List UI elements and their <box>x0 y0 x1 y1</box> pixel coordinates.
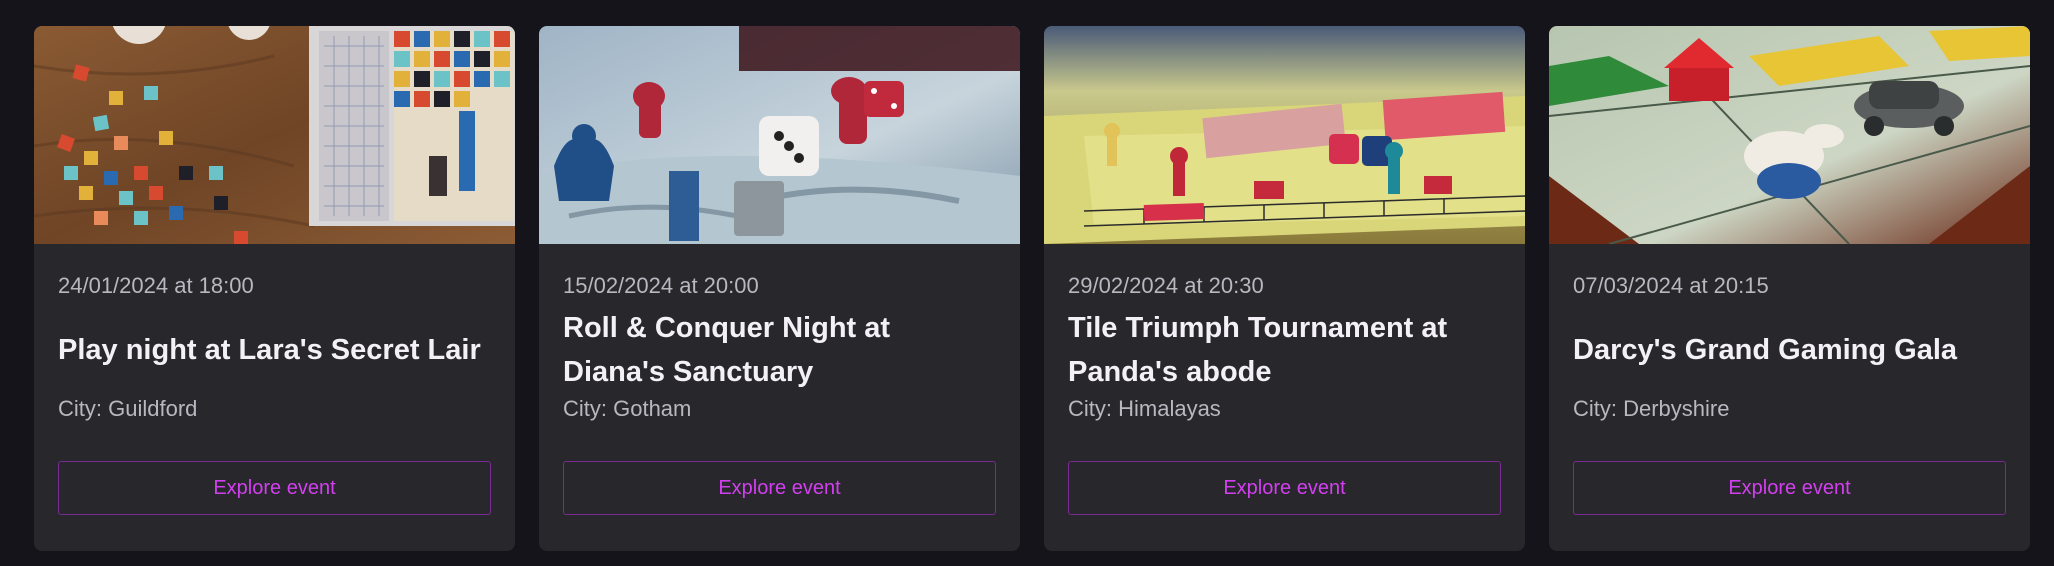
event-image <box>34 26 515 244</box>
event-image <box>1549 26 2030 244</box>
event-city: City: Derbyshire <box>1573 396 1730 421</box>
event-card: 29/02/2024 at 20:30 Tile Triumph Tournam… <box>1044 26 1525 551</box>
event-city: City: Guildford <box>58 396 198 421</box>
explore-event-button[interactable]: Explore event <box>563 461 996 515</box>
event-title: Roll & Conquer Night at Diana's Sanctuar… <box>563 312 891 388</box>
event-date: 24/01/2024 at 18:00 <box>58 273 254 298</box>
event-city: City: Gotham <box>563 396 692 421</box>
event-card: 07/03/2024 at 20:15 Darcy's Grand Gaming… <box>1549 26 2030 551</box>
explore-event-button[interactable]: Explore event <box>58 461 491 515</box>
event-date: 29/02/2024 at 20:30 <box>1068 273 1264 298</box>
events-grid: 24/01/2024 at 18:00 Play night at Lara's… <box>34 26 2030 551</box>
event-card: 24/01/2024 at 18:00 Play night at Lara's… <box>34 26 515 551</box>
event-date: 15/02/2024 at 20:00 <box>563 273 759 298</box>
event-card: 15/02/2024 at 20:00 Roll & Conquer Night… <box>539 26 1020 551</box>
event-city: City: Himalayas <box>1068 396 1221 421</box>
event-image <box>1044 26 1525 244</box>
event-image <box>539 26 1020 244</box>
explore-event-button[interactable]: Explore event <box>1068 461 1501 515</box>
explore-event-button[interactable]: Explore event <box>1573 461 2006 515</box>
event-title: Tile Triumph Tournament at Panda's abode <box>1068 312 1448 388</box>
event-date: 07/03/2024 at 20:15 <box>1573 273 1769 298</box>
event-title: Darcy's Grand Gaming Gala <box>1573 334 1958 366</box>
event-title: Play night at Lara's Secret Lair <box>58 334 481 366</box>
